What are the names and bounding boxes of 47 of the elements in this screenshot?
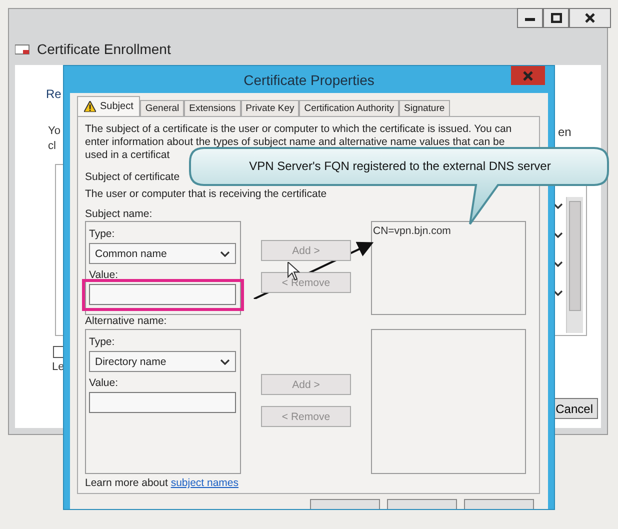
section-title: Subject of certificate xyxy=(85,171,181,183)
group-label: Subject name: xyxy=(85,208,154,221)
tab[interactable]: General xyxy=(140,100,184,116)
window-title: Certificate Enrollment xyxy=(37,41,171,57)
section-hint: The user or computer that is receiving the certificate xyxy=(85,188,328,200)
group-label: Alternative name: xyxy=(85,315,168,329)
warning-icon xyxy=(84,101,96,112)
tab[interactable]: Private Key xyxy=(240,100,300,116)
learn-more-text: Learn more about subject names xyxy=(85,477,240,489)
field-label: Value: xyxy=(89,269,119,281)
scrollbar[interactable] xyxy=(566,197,583,333)
chevron-icon xyxy=(220,358,230,364)
certificate-icon xyxy=(15,43,30,55)
value-field[interactable] xyxy=(89,284,236,305)
entry-list[interactable]: CN=vpn.bjn.com xyxy=(371,221,526,315)
tab[interactable]: Extensions xyxy=(184,100,241,116)
callout-text: VPN Server's FQN registered to the external DNS server xyxy=(248,159,552,173)
close-icon xyxy=(585,13,595,23)
maximize-button[interactable] xyxy=(543,8,569,28)
close-button[interactable] xyxy=(569,8,611,28)
chevron-icon[interactable] xyxy=(553,203,563,209)
list-entry[interactable]: CN=vpn.bjn.com xyxy=(373,225,524,237)
close-icon xyxy=(523,70,533,80)
tab[interactable]: Subject xyxy=(77,96,140,116)
body-text: cl xyxy=(48,140,56,152)
field-label: Type: xyxy=(89,228,116,240)
value-field[interactable] xyxy=(89,392,236,413)
minimize-button[interactable] xyxy=(517,8,543,28)
scroll-thumb[interactable] xyxy=(569,201,581,311)
tab[interactable]: Signature xyxy=(399,100,450,116)
body-text: Yo xyxy=(48,125,60,137)
type-dropdown[interactable]: Common name xyxy=(89,243,236,264)
chevron-icon[interactable] xyxy=(553,232,563,238)
field-label: Type: xyxy=(89,336,116,348)
entry-list[interactable] xyxy=(371,329,526,474)
body-text: en xyxy=(558,125,572,139)
tab[interactable]: Certification Authority xyxy=(299,100,399,116)
dialog-title: Certificate Properties xyxy=(244,72,374,88)
chevron-icon xyxy=(220,250,230,256)
chevron-icon[interactable] xyxy=(553,261,563,267)
subject-names-link[interactable]: subject names xyxy=(170,477,239,489)
maximize-icon xyxy=(550,13,562,23)
chevron-icon[interactable] xyxy=(553,290,563,296)
page-heading: Re xyxy=(46,87,62,101)
type-dropdown[interactable]: Directory name xyxy=(89,351,236,372)
field-label: Value: xyxy=(89,377,119,389)
description-text: The subject of a certificate is the user or computer to which the certificate is issued. You can enter information about the types of subject name and alternative name values that can be used in a certificat xyxy=(85,123,513,161)
